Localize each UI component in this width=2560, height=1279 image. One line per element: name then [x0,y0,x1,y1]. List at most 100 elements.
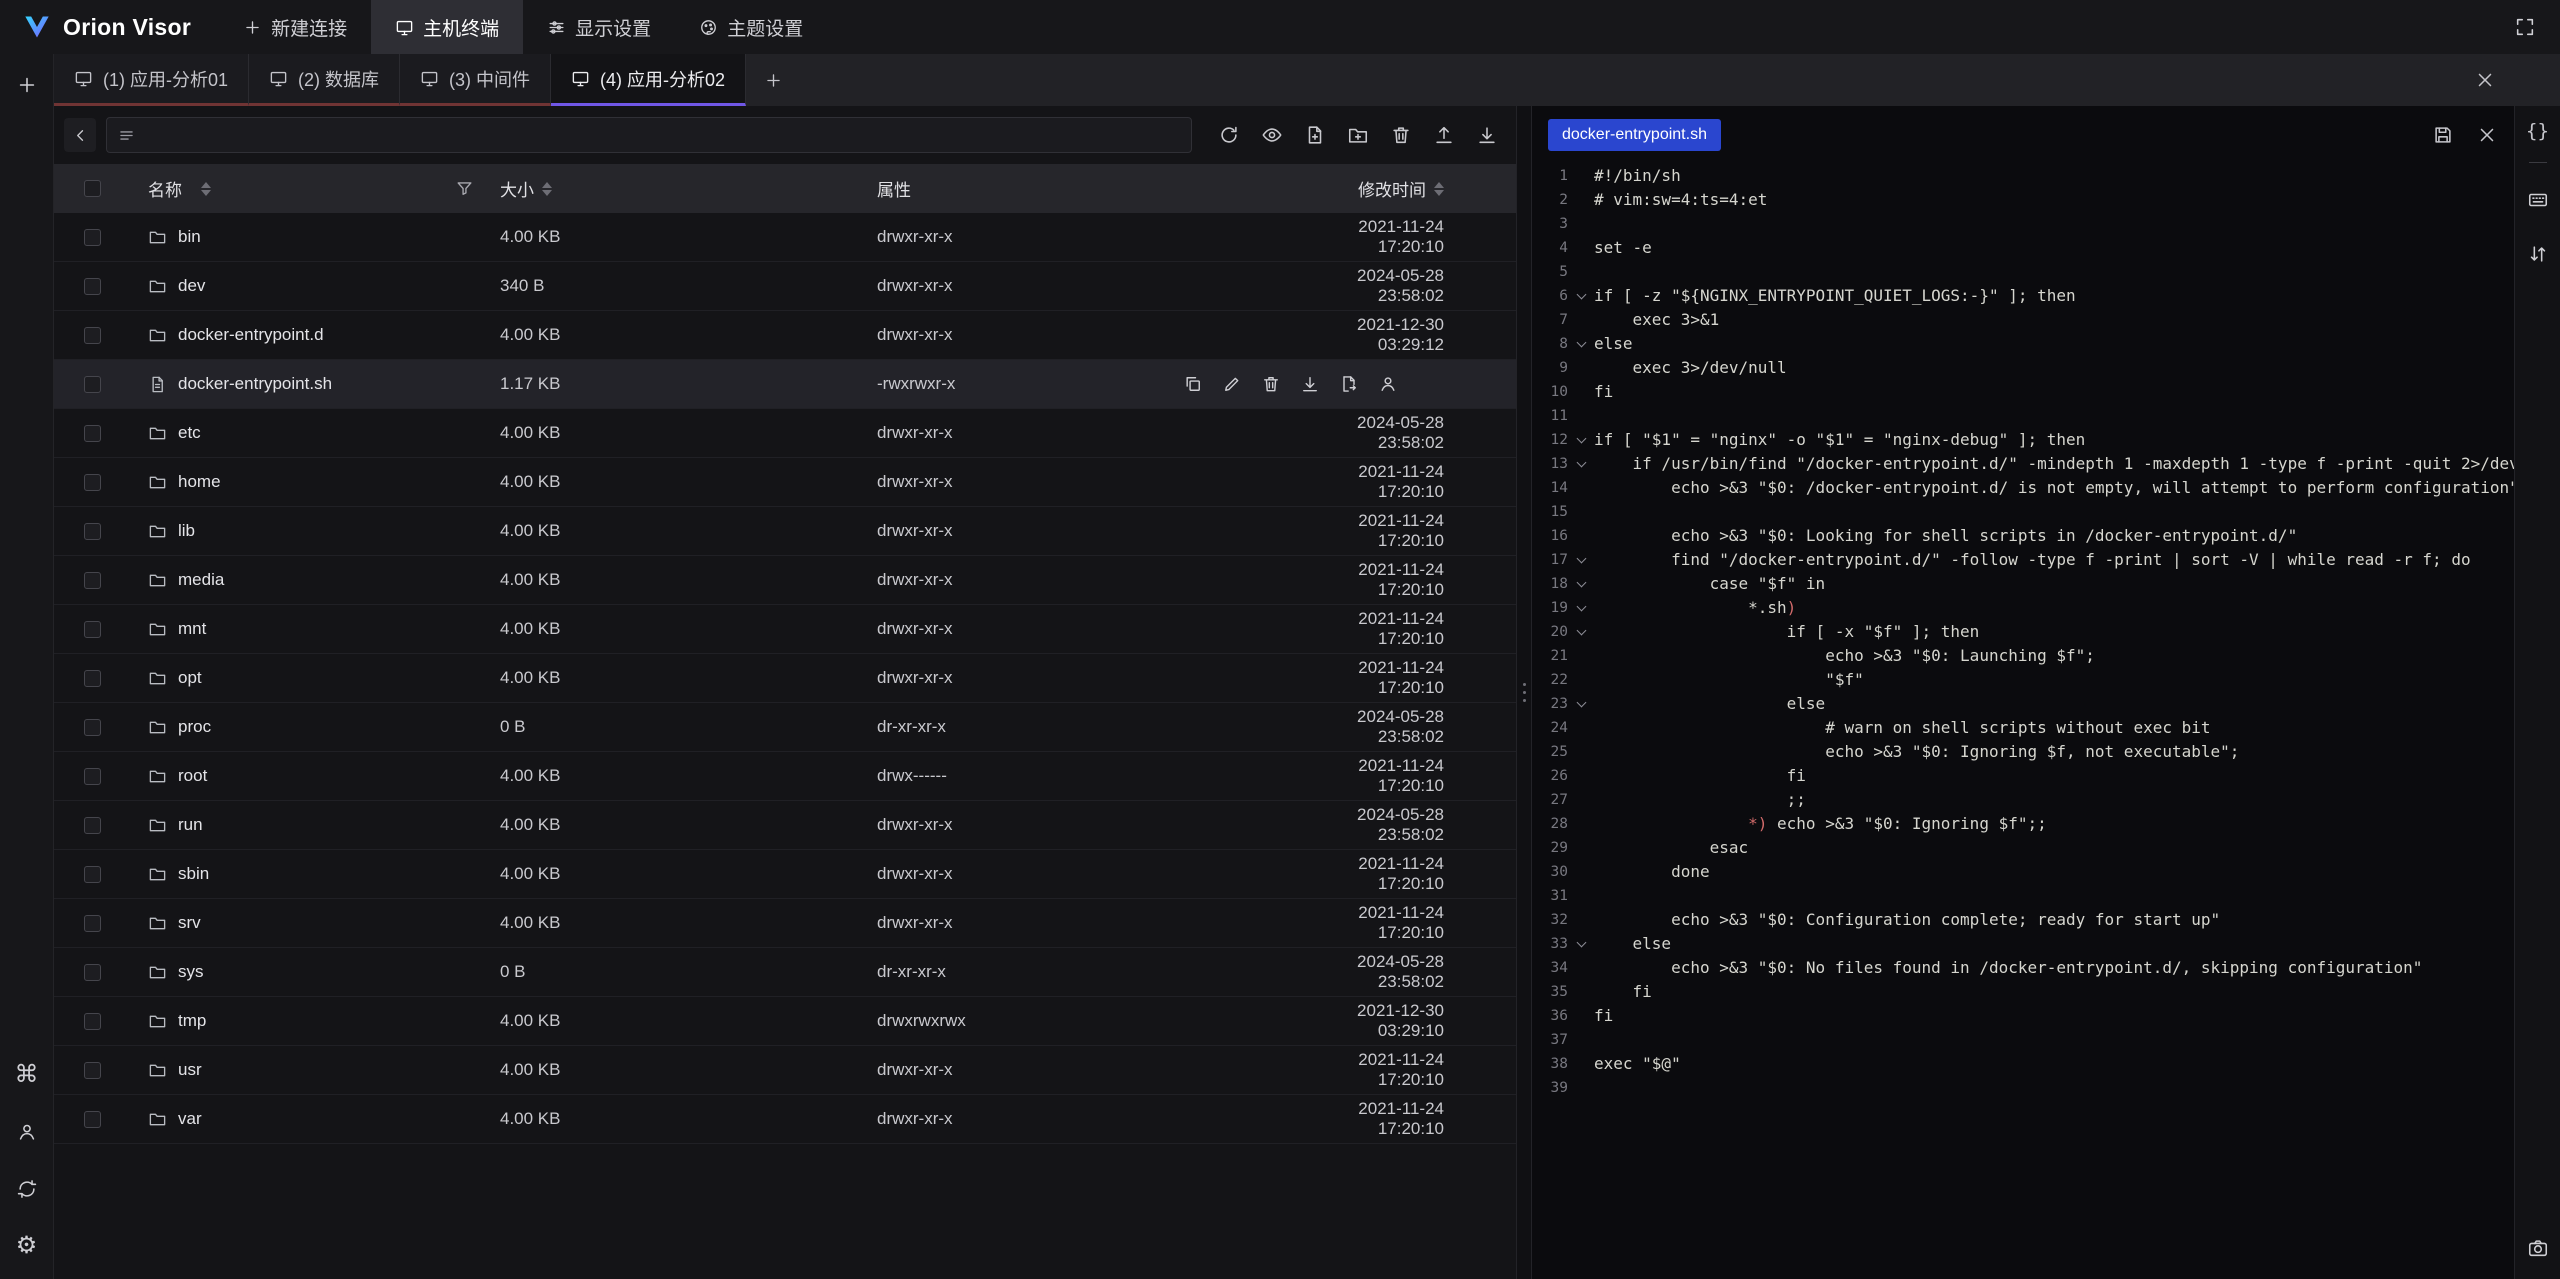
tab-app-analysis-02[interactable]: (4) 应用-分析02 [551,54,746,106]
fold-toggle[interactable] [1568,884,1594,908]
row-checkbox[interactable] [84,768,101,785]
delete-icon[interactable] [1261,374,1281,394]
fold-toggle[interactable] [1568,980,1594,1004]
fold-toggle[interactable] [1568,308,1594,332]
fold-toggle[interactable] [1568,788,1594,812]
file-row[interactable]: etc 4.00 KB drwxr-xr-x 2024-05-28 23:58:… [54,409,1516,458]
fold-toggle[interactable] [1568,428,1594,452]
fullscreen-button[interactable] [2514,16,2536,38]
row-checkbox[interactable] [84,376,101,393]
row-checkbox[interactable] [84,229,101,246]
file-row[interactable]: home 4.00 KB drwxr-xr-x 2021-11-24 17:20… [54,458,1516,507]
row-checkbox[interactable] [84,817,101,834]
new-file-button[interactable] [1298,118,1332,152]
file-row[interactable]: proc 0 B dr-xr-xr-x 2024-05-28 23:58:02 [54,703,1516,752]
fold-toggle[interactable] [1568,1004,1594,1028]
fold-toggle[interactable] [1568,188,1594,212]
path-input[interactable] [144,126,1181,144]
fold-toggle[interactable] [1568,860,1594,884]
preview-button[interactable] [1255,118,1289,152]
sync-button[interactable] [10,1172,44,1206]
file-row[interactable]: sys 0 B dr-xr-xr-x 2024-05-28 23:58:02 [54,948,1516,997]
fold-toggle[interactable] [1568,908,1594,932]
select-all-checkbox[interactable] [84,180,101,197]
fold-toggle[interactable] [1568,1028,1594,1052]
file-row[interactable]: opt 4.00 KB drwxr-xr-x 2021-11-24 17:20:… [54,654,1516,703]
delete-button[interactable] [1384,118,1418,152]
row-checkbox[interactable] [84,1111,101,1128]
fold-toggle[interactable] [1568,620,1594,644]
file-row[interactable]: run 4.00 KB drwxr-xr-x 2024-05-28 23:58:… [54,801,1516,850]
fold-toggle[interactable] [1568,596,1594,620]
file-row[interactable]: docker-entrypoint.sh 1.17 KB -rwxrwxr-x [54,360,1516,409]
fold-toggle[interactable] [1568,500,1594,524]
row-checkbox[interactable] [84,866,101,883]
fold-toggle[interactable] [1568,644,1594,668]
command-snippets-button[interactable]: ⌘ [10,1058,44,1092]
refresh-button[interactable] [1212,118,1246,152]
tab-app-analysis-01[interactable]: (1) 应用-分析01 [54,54,249,106]
copy-icon[interactable] [1183,374,1203,394]
file-row[interactable]: root 4.00 KB drwx------ 2021-11-24 17:20… [54,752,1516,801]
edit-icon[interactable] [1222,374,1242,394]
save-icon[interactable] [2432,124,2454,146]
permission-icon[interactable] [1378,374,1398,394]
menu-item-display-settings[interactable]: 显示设置 [523,0,675,54]
back-button[interactable] [64,118,96,152]
editor-file-tab[interactable]: docker-entrypoint.sh [1548,119,1721,151]
tab-database[interactable]: (2) 数据库 [249,54,400,106]
size-sort-button[interactable] [542,182,552,196]
fold-toggle[interactable] [1568,476,1594,500]
tab-middleware[interactable]: (3) 中间件 [400,54,551,106]
fold-toggle[interactable] [1568,740,1594,764]
quick-input-button[interactable] [2521,183,2555,217]
panel-splitter[interactable] [1516,106,1532,1279]
fold-toggle[interactable] [1568,524,1594,548]
row-checkbox[interactable] [84,1062,101,1079]
row-checkbox[interactable] [84,572,101,589]
new-tab-button[interactable] [746,54,801,106]
screenshot-button[interactable] [2521,1231,2555,1265]
file-row[interactable]: lib 4.00 KB drwxr-xr-x 2021-11-24 17:20:… [54,507,1516,556]
fold-toggle[interactable] [1568,764,1594,788]
fold-toggle[interactable] [1568,284,1594,308]
row-checkbox[interactable] [84,1013,101,1030]
fold-toggle[interactable] [1568,332,1594,356]
file-row[interactable]: bin 4.00 KB drwxr-xr-x 2021-11-24 17:20:… [54,213,1516,262]
settings-button[interactable]: ⚙ [10,1229,44,1263]
file-row[interactable]: docker-entrypoint.d 4.00 KB drwxr-xr-x 2… [54,311,1516,360]
row-checkbox[interactable] [84,278,101,295]
code-editor[interactable]: 1 #!/bin/sh 2 # vim:sw=4:ts=4:et 3 4 set… [1532,164,2514,1279]
fold-toggle[interactable] [1568,668,1594,692]
row-checkbox[interactable] [84,621,101,638]
fold-toggle[interactable] [1568,1076,1594,1100]
fold-toggle[interactable] [1568,716,1594,740]
file-row[interactable]: srv 4.00 KB drwxr-xr-x 2021-11-24 17:20:… [54,899,1516,948]
row-checkbox[interactable] [84,719,101,736]
file-row[interactable]: var 4.00 KB drwxr-xr-x 2021-11-24 17:20:… [54,1095,1516,1144]
fold-toggle[interactable] [1568,452,1594,476]
name-sort-button[interactable] [201,182,211,196]
menu-item-theme-settings[interactable]: 主题设置 [675,0,827,54]
row-checkbox[interactable] [84,915,101,932]
fold-toggle[interactable] [1568,380,1594,404]
fold-toggle[interactable] [1568,692,1594,716]
row-checkbox[interactable] [84,964,101,981]
row-checkbox[interactable] [84,327,101,344]
file-row[interactable]: tmp 4.00 KB drwxrwxrwx 2021-12-30 03:29:… [54,997,1516,1046]
fold-toggle[interactable] [1568,404,1594,428]
name-filter-button[interactable] [455,179,474,198]
fold-toggle[interactable] [1568,812,1594,836]
fold-toggle[interactable] [1568,212,1594,236]
editor-close-icon[interactable] [2476,124,2498,146]
fold-toggle[interactable] [1568,164,1594,188]
file-row[interactable]: dev 340 B drwxr-xr-x 2024-05-28 23:58:02 [54,262,1516,311]
fold-toggle[interactable] [1568,236,1594,260]
file-row[interactable]: sbin 4.00 KB drwxr-xr-x 2021-11-24 17:20… [54,850,1516,899]
fold-toggle[interactable] [1568,260,1594,284]
file-row[interactable]: usr 4.00 KB drwxr-xr-x 2021-11-24 17:20:… [54,1046,1516,1095]
mtime-sort-button[interactable] [1434,182,1444,196]
file-row[interactable]: media 4.00 KB drwxr-xr-x 2021-11-24 17:2… [54,556,1516,605]
fold-toggle[interactable] [1568,1052,1594,1076]
fold-toggle[interactable] [1568,572,1594,596]
